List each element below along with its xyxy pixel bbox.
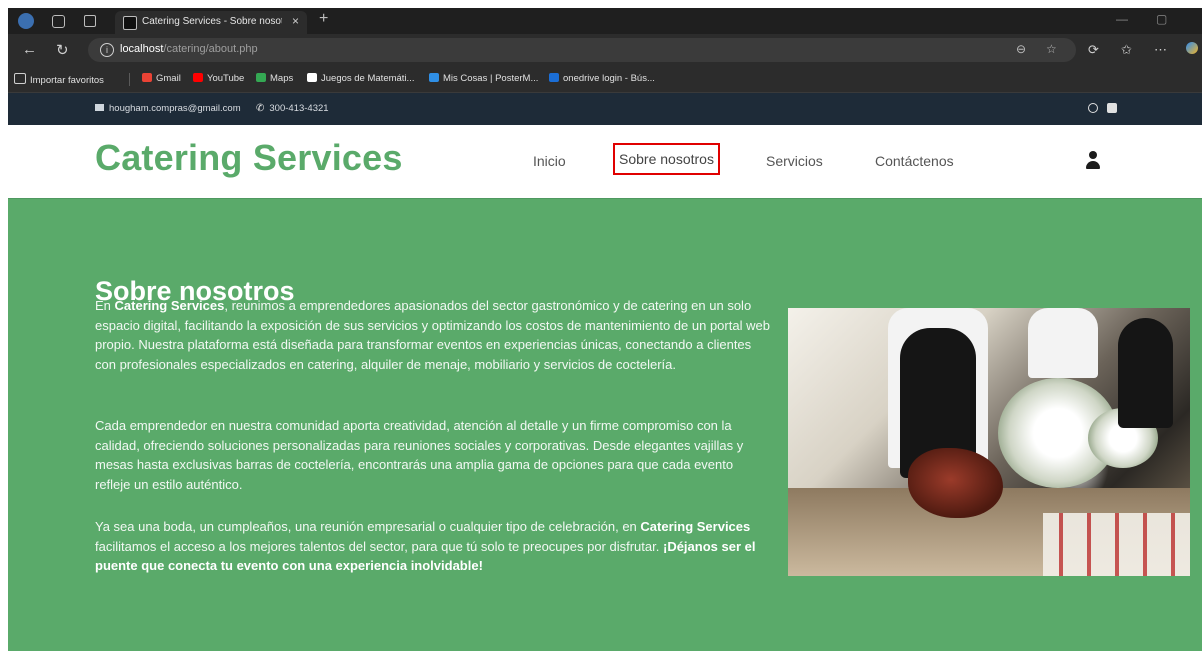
jamon-leg — [908, 448, 1003, 518]
maximize-icon[interactable]: ▢ — [1156, 12, 1167, 26]
appetizer-plates — [1043, 513, 1190, 576]
waiter-3-vest — [1118, 318, 1173, 428]
bookmarks-bar: Importar favoritos Gmail YouTube Maps Ju… — [8, 66, 1202, 93]
site-header: Catering Services Inicio Sobre nosotros … — [8, 125, 1202, 199]
about-paragraph-3: Ya sea una boda, un cumpleaños, una reun… — [95, 519, 756, 573]
new-tab-button[interactable]: + — [319, 10, 328, 28]
bookmark-juegos[interactable]: Juegos de Matemáti... — [307, 73, 414, 84]
tab-actions-icon[interactable] — [84, 15, 96, 27]
tab-close-icon[interactable]: × — [292, 14, 299, 28]
profile-avatar-icon[interactable] — [18, 13, 34, 29]
contact-topbar: hougham.compras@gmail.com ✆ 300-413-4321 — [8, 93, 1202, 125]
url-text: localhost/catering/about.php — [120, 43, 258, 55]
nav-servicios[interactable]: Servicios — [766, 153, 823, 169]
waiter-2-shirt — [1028, 308, 1098, 378]
extensions-icon[interactable]: ⟳ — [1088, 42, 1099, 58]
workspaces-icon[interactable] — [52, 15, 65, 28]
site-info-icon[interactable]: i — [100, 43, 114, 57]
nav-sobre-nosotros[interactable]: Sobre nosotros — [613, 143, 720, 175]
reload-icon[interactable]: ↻ — [56, 41, 69, 59]
about-paragraph-2: Cada emprendedor en nuestra comunidad ap… — [95, 418, 744, 492]
bing-icon — [549, 73, 559, 82]
favorites-icon[interactable]: ✩ — [1121, 42, 1132, 58]
bookmark-import[interactable]: Importar favoritos — [14, 73, 104, 86]
postermywall-icon — [429, 73, 439, 82]
linkedin-icon[interactable] — [1107, 103, 1117, 113]
browser-tab-bar: Catering Services - Sobre nosotros × + —… — [8, 8, 1202, 34]
nav-contactenos[interactable]: Contáctenos — [875, 153, 954, 169]
youtube-icon — [193, 73, 203, 82]
import-icon — [14, 73, 26, 84]
envelope-icon — [95, 104, 104, 111]
more-site-icon[interactable]: ⊖ — [1016, 42, 1026, 56]
topbar-email[interactable]: hougham.compras@gmail.com — [95, 103, 241, 114]
instagram-icon[interactable] — [1088, 103, 1098, 113]
user-account-icon[interactable] — [1085, 151, 1101, 171]
bookmark-mis-cosas[interactable]: Mis Cosas | PosterM... — [429, 73, 538, 84]
gmail-icon — [142, 73, 152, 82]
tab-title: Catering Services - Sobre nosotros — [142, 16, 282, 27]
browser-tab-active[interactable]: Catering Services - Sobre nosotros × — [115, 11, 307, 34]
url-field[interactable]: i localhost/catering/about.php ⊖ ☆ — [88, 38, 1076, 62]
juegos-icon — [307, 73, 317, 82]
maps-icon — [256, 73, 266, 82]
more-menu-icon[interactable]: ⋯ — [1154, 42, 1167, 58]
bookmark-maps[interactable]: Maps — [256, 73, 293, 84]
tab-favicon-icon — [123, 16, 137, 30]
minimize-icon[interactable]: — — [1116, 12, 1128, 26]
bookmark-gmail[interactable]: Gmail — [142, 73, 181, 84]
address-bar-row: ← ↻ i localhost/catering/about.php ⊖ ☆ ⟳… — [8, 34, 1202, 66]
catering-photo — [788, 308, 1190, 576]
bookmark-youtube[interactable]: YouTube — [193, 73, 244, 84]
about-paragraph-1: En Catering Services, reunimos a emprend… — [95, 298, 770, 372]
topbar-phone[interactable]: ✆ 300-413-4321 — [256, 103, 329, 114]
favorite-star-icon[interactable]: ☆ — [1046, 42, 1057, 56]
back-arrow-icon[interactable]: ← — [22, 41, 37, 58]
page-content: hougham.compras@gmail.com ✆ 300-413-4321 … — [8, 93, 1202, 651]
bookmark-onedrive[interactable]: onedrive login - Bús... — [549, 73, 655, 84]
phone-icon: ✆ — [256, 103, 265, 114]
brand-logo[interactable]: Catering Services — [95, 137, 403, 179]
bookmark-divider — [129, 73, 130, 86]
nav-inicio[interactable]: Inicio — [533, 153, 566, 169]
copilot-icon[interactable] — [1186, 42, 1198, 54]
